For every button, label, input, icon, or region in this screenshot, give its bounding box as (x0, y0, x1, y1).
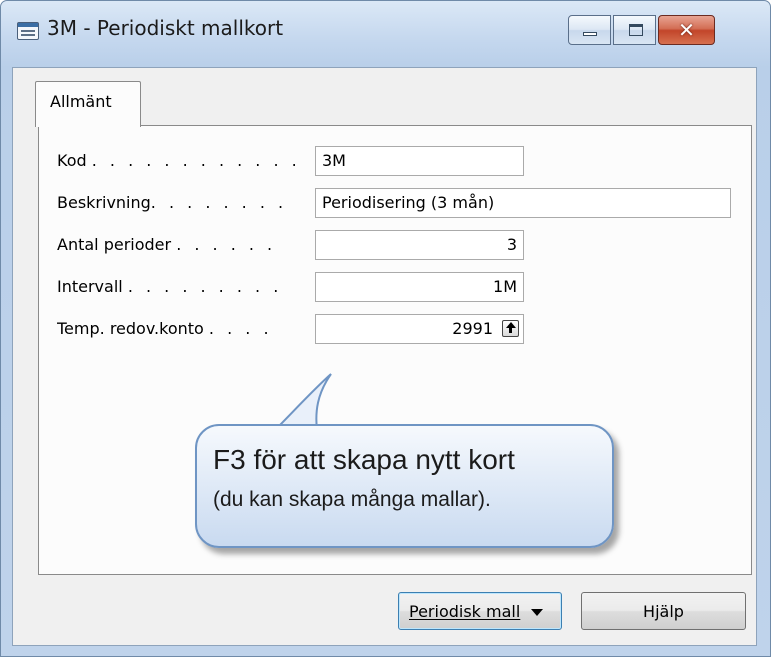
kod-label-text: Kod (57, 151, 87, 170)
field-row-antal-perioder: Antal perioder . . . . . . 3 (57, 230, 737, 260)
beskrivning-label-text: Beskrivning (57, 193, 151, 212)
tab-label: Allmänt (50, 92, 112, 111)
callout-line-1: F3 för att skapa nytt kort (213, 444, 515, 475)
lookup-arrow-stem (509, 328, 512, 333)
tab-allmant[interactable]: Allmänt (35, 81, 141, 127)
lookup-button[interactable] (502, 320, 519, 337)
label-dots: . . . . . . (176, 235, 277, 254)
periodisk-mall-label: Periodisk mall (409, 602, 521, 621)
maximize-icon (629, 24, 643, 36)
label-dots: . . . . . . . . (150, 193, 288, 212)
callout-pointer-shape (272, 373, 332, 431)
callout-bubble: F3 för att skapa nytt kort (du kan skapa… (195, 424, 614, 548)
temp-konto-label-text: Temp. redov.konto (57, 319, 204, 338)
temp-konto-input[interactable]: 2991 (315, 314, 524, 344)
intervall-label: Intervall . . . . . . . . . (57, 277, 309, 297)
field-row-temp-konto: Temp. redov.konto . . . . 2991 (57, 314, 737, 344)
antal-perioder-label: Antal perioder . . . . . . (57, 235, 309, 255)
minimize-icon (583, 32, 597, 36)
maximize-button[interactable] (613, 15, 656, 45)
icon-line (21, 30, 35, 32)
field-row-kod: Kod . . . . . . . . . . . . 3M (57, 146, 737, 176)
minimize-button[interactable] (568, 15, 611, 45)
chevron-down-icon (531, 609, 543, 616)
label-dots: . . . . (208, 319, 273, 338)
close-icon: ✕ (678, 18, 695, 42)
field-row-beskrivning: Beskrivning. . . . . . . . Periodisering… (57, 188, 737, 218)
intervall-label-text: Intervall (57, 277, 123, 296)
title-bar[interactable]: 3M - Periodiskt mallkort ✕ (1, 1, 770, 63)
window-title: 3M - Periodiskt mallkort (47, 16, 284, 40)
antal-perioder-label-text: Antal perioder (57, 235, 172, 254)
kod-label: Kod . . . . . . . . . . . . (57, 151, 309, 171)
form-window-icon[interactable] (17, 22, 39, 40)
icon-line (21, 34, 35, 36)
temp-konto-label: Temp. redov.konto . . . . (57, 319, 309, 339)
beskrivning-label: Beskrivning. . . . . . . . (57, 193, 309, 213)
label-dots: . . . . . . . . . (127, 277, 283, 296)
close-button[interactable]: ✕ (658, 15, 715, 45)
periodiskt-mallkort-window: 3M - Periodiskt mallkort ✕ Allmänt Kod .… (0, 0, 771, 657)
callout-line-2: (du kan skapa många mallar). (213, 488, 491, 511)
hjalp-label: Hjälp (643, 602, 684, 621)
label-dots: . . . . . . . . . . . . (91, 151, 301, 170)
icon-bar (18, 23, 38, 27)
intervall-input[interactable]: 1M (315, 272, 524, 302)
beskrivning-input[interactable]: Periodisering (3 mån) (315, 188, 731, 218)
field-row-intervall: Intervall . . . . . . . . . 1M (57, 272, 737, 302)
callout: F3 för att skapa nytt kort (du kan skapa… (195, 372, 625, 602)
antal-perioder-input[interactable]: 3 (315, 230, 524, 260)
kod-input[interactable]: 3M (315, 146, 524, 176)
form-client-area: Allmänt Kod . . . . . . . . . . . . 3M B… (12, 67, 757, 646)
